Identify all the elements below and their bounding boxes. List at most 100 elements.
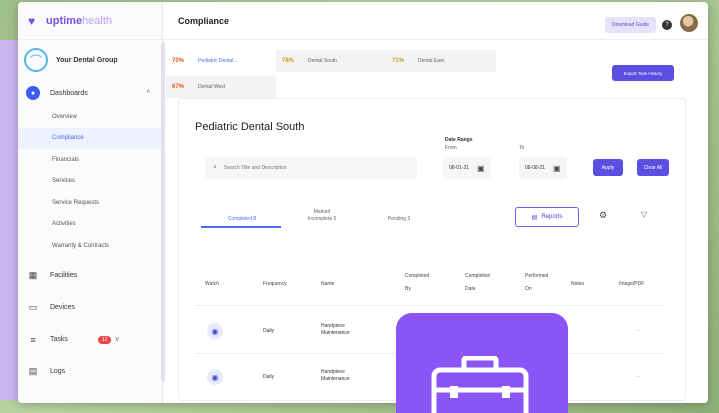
dental-group-selector[interactable]: ⌒ Your Dental Group <box>18 40 162 80</box>
location-score: 67% <box>172 84 185 90</box>
sidebar-item-label: Dashboards <box>50 89 88 97</box>
header-line: Completion <box>465 273 491 279</box>
tasks-badge: 12 <box>97 335 112 344</box>
column-header-completed-by: Completed By <box>405 273 429 293</box>
tab-marked-incomplete[interactable]: Marked Incomplete 0 <box>287 209 357 223</box>
download-guide-button[interactable]: Download Guide <box>605 17 656 33</box>
row-image: -- <box>637 328 641 334</box>
sidebar-item-services[interactable]: Services <box>18 171 162 193</box>
page-title: Compliance <box>178 15 230 26</box>
calendar-icon[interactable]: ▣ <box>477 164 485 173</box>
document-icon: ▤ <box>531 214 538 221</box>
dashboard-icon: ● <box>26 86 40 100</box>
page-header: Compliance Download Guide ? <box>164 2 708 40</box>
from-label: From <box>445 145 457 151</box>
sidebar-item-dashboards[interactable]: ● Dashboards ^ <box>18 80 162 106</box>
briefcase-icon <box>431 356 529 413</box>
apply-button[interactable]: Apply <box>593 159 623 176</box>
calendar-icon[interactable]: ▣ <box>553 164 561 173</box>
column-header-completion-date: Completion Date <box>465 273 490 293</box>
location-tab-pediatric[interactable]: 70% Pediatric Dental... <box>166 50 276 72</box>
location-tab-south[interactable]: 78% Dental South <box>276 50 386 72</box>
header-line: Completed <box>405 273 430 279</box>
reports-button[interactable]: ▤ Reports <box>515 207 579 227</box>
header-line: Performed <box>525 273 549 279</box>
sidebar-item-logs[interactable]: ▤ Logs <box>18 359 162 385</box>
from-date-value: 08-01-21 <box>449 165 470 171</box>
location-tab-west[interactable]: 67% Dental West <box>166 76 276 98</box>
header-line: On <box>525 286 532 292</box>
location-score: 78% <box>282 58 295 64</box>
location-score: 71% <box>392 58 405 64</box>
column-header-watch: Watch <box>205 281 219 287</box>
sidebar-item-label: Logs <box>50 368 66 375</box>
column-header-image-pdf: Image/PDF <box>619 281 645 287</box>
sidebar-item-tasks[interactable]: ≡ Tasks 12 v <box>18 327 162 353</box>
column-header-performed-on: Performed On <box>525 273 548 293</box>
row-name-line: Maintenance <box>321 376 350 382</box>
row-frequency: Daily <box>263 374 275 380</box>
tab-completed[interactable]: Completed 8 <box>207 216 277 223</box>
location-score: 70% <box>172 58 185 64</box>
sidebar-item-devices[interactable]: ▭ Devices <box>18 295 162 321</box>
sidebar-item-financials[interactable]: Financials <box>18 149 162 171</box>
row-frequency: Daily <box>263 328 275 334</box>
search-icon: ⌕ <box>213 164 217 171</box>
filter-icon[interactable]: ▽ <box>641 210 647 219</box>
chevron-up-icon: ^ <box>146 89 150 97</box>
sidebar-item-service-requests[interactable]: Service Requests <box>18 192 162 214</box>
to-date-picker[interactable]: 08-08-21 ▣ <box>519 157 567 179</box>
location-name: Dental East <box>418 58 444 64</box>
tooth-logo-icon: ♥ <box>28 13 36 28</box>
row-image: -- <box>637 374 641 380</box>
from-date-picker[interactable]: 08-01-21 ▣ <box>443 157 491 179</box>
group-name: Your Dental Group <box>56 56 118 64</box>
row-name: Handpiece Maintenance <box>321 323 350 337</box>
column-header-name: Name <box>321 281 335 287</box>
export-task-history-button[interactable]: Export Task History <box>612 65 674 81</box>
avatar[interactable] <box>680 14 698 32</box>
date-range-label: Date Range <box>445 137 473 143</box>
watch-eye-icon[interactable]: ◉ <box>207 323 223 339</box>
tab-label: Marked <box>313 209 331 215</box>
clear-all-button[interactable]: Clear All <box>637 159 669 176</box>
help-icon[interactable]: ? <box>662 20 672 30</box>
sidebar-item-compliance[interactable]: Compliance <box>18 127 162 149</box>
sidebar: ♥ uptimehealth ⌒ Your Dental Group ● Das… <box>18 2 163 403</box>
header-line: Date <box>465 286 476 292</box>
row-name-line: Maintenance <box>321 330 350 336</box>
tasks-icon: ≡ <box>30 334 36 345</box>
header-line: By <box>405 286 411 292</box>
location-tab-east[interactable]: 71% Dental East <box>386 50 496 72</box>
watch-eye-icon[interactable]: ◉ <box>207 369 223 385</box>
building-icon: ▦ <box>28 270 38 280</box>
column-header-notes: Notes <box>571 281 585 287</box>
tab-label: Incomplete 0 <box>307 216 337 222</box>
tooth-icon: ⌒ <box>24 48 48 72</box>
brand-name: uptimehealth <box>46 14 113 27</box>
row-name-line: Handpiece <box>321 323 345 329</box>
sidebar-item-label: Facilities <box>50 272 78 279</box>
app-window: ♥ uptimehealth ⌒ Your Dental Group ● Das… <box>18 2 708 403</box>
location-name: Dental West <box>198 84 226 90</box>
sidebar-item-activities[interactable]: Activities <box>18 214 162 236</box>
search-field[interactable]: ⌕ <box>205 157 417 179</box>
sidebar-item-facilities[interactable]: ▦ Facilities <box>18 263 162 289</box>
sidebar-item-warranty[interactable]: Warranty & Contracts <box>18 235 162 257</box>
reports-label: Reports <box>541 214 563 220</box>
tab-pending[interactable]: Pending 3 <box>369 216 429 223</box>
search-input[interactable] <box>223 165 404 171</box>
sidebar-scrollbar[interactable] <box>161 42 165 382</box>
location-name: Dental South <box>308 58 337 64</box>
to-label: To <box>519 145 525 151</box>
chevron-down-icon: v <box>115 336 119 343</box>
column-header-frequency: Frequency <box>263 281 287 287</box>
row-divider <box>195 305 665 306</box>
location-name: Pediatric Dental... <box>198 58 238 64</box>
sidebar-item-label: Tasks <box>50 336 68 343</box>
devices-icon: ▭ <box>28 302 38 312</box>
row-name-line: Handpiece <box>321 369 345 375</box>
sidebar-item-overview[interactable]: Overview <box>18 106 162 128</box>
gear-icon[interactable]: ⚙ <box>599 210 607 221</box>
brand-logo[interactable]: ♥ uptimehealth <box>18 2 162 40</box>
